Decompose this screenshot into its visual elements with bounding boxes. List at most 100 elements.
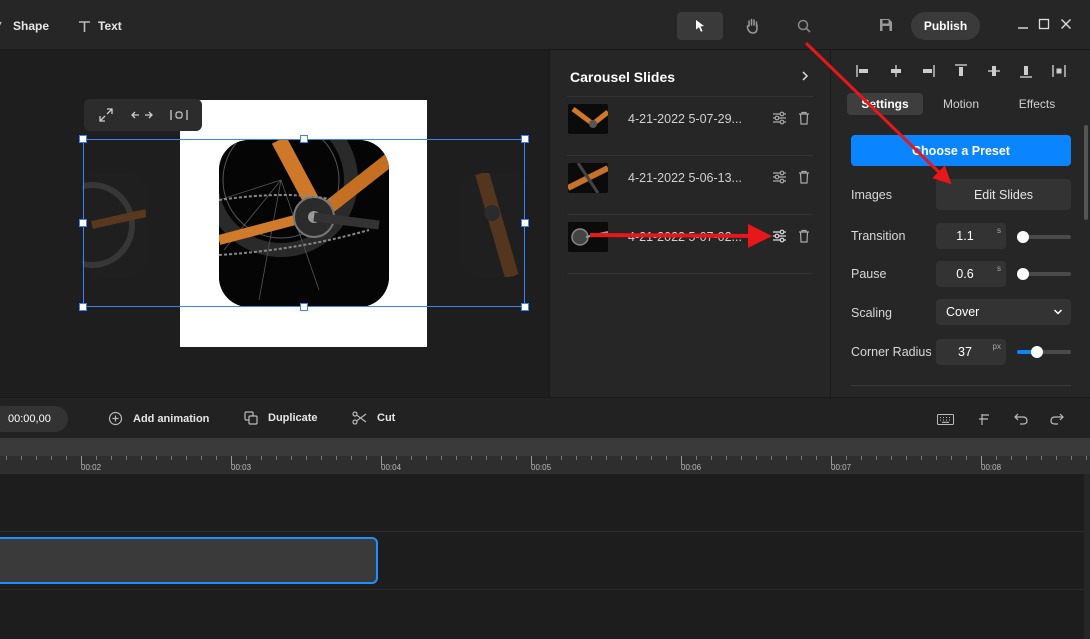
resize-handle-left[interactable] [79, 219, 87, 227]
ruler-minor-tick [966, 456, 967, 460]
distribute-horizontal-icon[interactable] [1052, 64, 1066, 78]
tab-settings[interactable]: Settings [847, 93, 923, 115]
resize-handle-top-right[interactable] [521, 135, 529, 143]
align-center-horizontal-icon[interactable] [889, 64, 903, 78]
ruler-time-label: 00:07 [831, 463, 852, 472]
scaling-select[interactable]: Cover [936, 299, 1071, 325]
ruler-time-label: 00:05 [531, 463, 552, 472]
corner-radius-slider-knob[interactable] [1030, 346, 1043, 358]
ruler-minor-tick [36, 456, 37, 460]
tab-effects[interactable]: Effects [999, 93, 1075, 115]
search-button[interactable] [781, 12, 827, 40]
transition-slider-knob[interactable] [1017, 231, 1029, 243]
pointer-tool-button[interactable] [677, 12, 723, 40]
chevron-right-icon [802, 71, 809, 81]
slide-settings-button[interactable] [772, 111, 787, 130]
ruler-scrub-strip[interactable] [0, 438, 1090, 456]
ruler-minor-tick [1056, 456, 1057, 460]
align-top-icon[interactable] [954, 64, 968, 78]
resize-handle-right[interactable] [521, 219, 529, 227]
expand-icon[interactable] [98, 107, 114, 123]
selection-box[interactable] [83, 139, 525, 307]
tab-motion[interactable]: Motion [923, 93, 999, 115]
align-middle-vertical-icon[interactable] [987, 64, 1001, 78]
ruler-minor-tick [201, 456, 202, 460]
slide-name: 4-21-2022 5-07-02... [628, 230, 742, 244]
slide-settings-button[interactable] [772, 170, 787, 189]
carousel-slide-row[interactable]: 4-21-2022 5-07-02... [567, 214, 813, 273]
timecode-display[interactable]: 00:00,00 [0, 406, 68, 432]
hand-tool-button[interactable] [729, 12, 775, 40]
snap-icon [979, 413, 989, 425]
cut-button[interactable]: Cut [352, 411, 395, 425]
snap-button[interactable] [976, 412, 992, 426]
transition-slider[interactable] [1017, 231, 1071, 243]
add-animation-button[interactable]: Add animation [108, 411, 209, 426]
text-icon [79, 20, 90, 32]
slide-delete-button[interactable] [798, 170, 810, 189]
save-button[interactable] [877, 16, 895, 34]
ruler-minor-tick [291, 456, 292, 460]
undo-button[interactable] [1013, 412, 1029, 426]
ruler-minor-tick [756, 456, 757, 460]
ruler-minor-tick [246, 456, 247, 460]
ruler-minor-tick [606, 456, 607, 460]
ruler-minor-tick [906, 456, 907, 460]
search-icon [797, 19, 811, 33]
pause-input[interactable]: 0.6 s [936, 261, 1006, 287]
fit-icon[interactable] [169, 109, 188, 121]
close-icon [1061, 19, 1071, 29]
transition-input[interactable]: 1.1 s [936, 223, 1006, 249]
carousel-slide-row[interactable]: 4-21-2022 5-07-29... [567, 96, 813, 155]
resize-handle-bottom[interactable] [300, 303, 308, 311]
keyboard-shortcuts-button[interactable] [936, 412, 954, 426]
resize-handle-bottom-right[interactable] [521, 303, 529, 311]
scaling-label: Scaling [851, 306, 892, 320]
ruler-minor-tick [321, 456, 322, 460]
design-canvas[interactable] [0, 50, 549, 397]
ruler-minor-tick [516, 456, 517, 460]
pause-slider-knob[interactable] [1017, 268, 1029, 280]
slide-settings-button[interactable] [772, 229, 787, 248]
resize-handle-bottom-left[interactable] [79, 303, 87, 311]
corner-radius-slider[interactable] [1017, 346, 1071, 358]
ruler-minor-tick [156, 456, 157, 460]
choose-preset-button[interactable]: Choose a Preset [851, 135, 1071, 166]
close-button[interactable] [1059, 17, 1073, 31]
minimize-button[interactable] [1016, 17, 1030, 31]
align-left-icon[interactable] [856, 64, 870, 78]
carousel-slide-row[interactable]: 4-21-2022 5-06-13... [567, 155, 813, 214]
timeline-ruler[interactable]: 00:02 00:03 00:04 00:05 00:06 00:07 00:08 [0, 438, 1090, 474]
resize-handle-top[interactable] [300, 135, 308, 143]
duplicate-label: Duplicate [268, 412, 318, 424]
publish-button[interactable]: Publish [911, 12, 980, 40]
redo-button[interactable] [1049, 412, 1065, 426]
maximize-button[interactable] [1037, 17, 1051, 31]
timeline-clip[interactable] [0, 537, 378, 584]
align-bottom-icon[interactable] [1019, 64, 1033, 78]
sliders-icon [773, 170, 786, 184]
ruler-minor-tick [261, 456, 262, 460]
carousel-panel-expand[interactable] [800, 69, 810, 87]
trash-icon [799, 170, 809, 184]
edit-slides-button[interactable]: Edit Slides [936, 179, 1071, 210]
duplicate-button[interactable]: Duplicate [244, 411, 318, 425]
ruler-minor-tick [651, 456, 652, 460]
ruler-minor-tick [891, 456, 892, 460]
slide-delete-button[interactable] [798, 111, 810, 130]
resize-handle-top-left[interactable] [79, 135, 87, 143]
slide-delete-button[interactable] [798, 229, 810, 248]
ruler-minor-tick [456, 456, 457, 460]
ruler-minor-tick [486, 456, 487, 460]
timeline-scrollbar[interactable] [1084, 474, 1090, 639]
properties-scrollbar[interactable] [1084, 125, 1088, 220]
ruler-minor-tick [186, 456, 187, 460]
corner-radius-input[interactable]: 37 px [936, 339, 1006, 365]
add-animation-label: Add animation [133, 412, 210, 425]
ruler-minor-tick [711, 456, 712, 460]
text-tool[interactable]: Text [78, 16, 122, 36]
align-right-icon[interactable] [921, 64, 936, 78]
shape-tool[interactable]: Shape [0, 16, 49, 36]
stretch-icon[interactable] [131, 109, 153, 121]
pause-slider[interactable] [1017, 268, 1071, 280]
